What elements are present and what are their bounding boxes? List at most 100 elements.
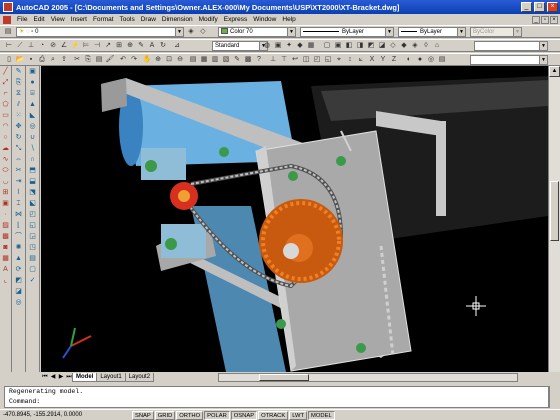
cylinder-icon[interactable]: ⌸ (26, 88, 39, 99)
dimension-text-edit-icon[interactable]: A (147, 41, 157, 51)
layer-previous-icon[interactable]: ◇ (198, 27, 208, 37)
construction-line-icon[interactable]: ⤢ (0, 77, 11, 88)
tolerance-icon[interactable]: ⊞ (114, 41, 124, 51)
ucs-world-icon[interactable]: ⊤ (279, 55, 289, 65)
sphere-icon[interactable]: ● (26, 77, 39, 88)
command-scrollbar[interactable] (549, 386, 560, 408)
check-icon[interactable]: ✓ (26, 275, 39, 286)
cone-icon[interactable]: ▲ (26, 99, 39, 110)
rotate-icon[interactable]: ↻ (12, 132, 25, 143)
ucs-dropdown[interactable]: ▼ (470, 55, 548, 65)
layer-states-icon[interactable]: ▤ (437, 55, 447, 65)
ucs-3point-icon[interactable]: ⟀ (356, 55, 366, 65)
osnap-toggle[interactable]: OSNAP (230, 410, 258, 420)
wedge-icon[interactable]: ◣ (26, 110, 39, 121)
menu-dimension[interactable]: Dimension (159, 16, 196, 23)
color-faces-icon[interactable]: ◳ (26, 242, 39, 253)
revolve-icon[interactable]: ⟳ (12, 264, 25, 275)
document-icon[interactable] (3, 15, 11, 24)
dimension-edit-icon[interactable]: ✎ (136, 41, 146, 51)
ne-isometric-icon[interactable]: ◈ (410, 41, 420, 51)
publish-icon[interactable]: ⇪ (59, 55, 69, 65)
make-block-icon[interactable]: ▣ (0, 198, 11, 209)
ucs-z-icon[interactable]: Z (389, 55, 399, 65)
menu-edit[interactable]: Edit (30, 16, 47, 23)
box-icon[interactable]: ▣ (26, 66, 39, 77)
tab-first-icon[interactable]: ⏮ (41, 373, 49, 382)
quickcalc-icon[interactable]: ▩ (243, 55, 253, 65)
ucs-zaxis-icon[interactable]: ↕ (345, 55, 355, 65)
copy-icon[interactable]: ⎘ (83, 55, 93, 65)
horizontal-scrollbar[interactable] (218, 373, 519, 382)
insert-block-icon[interactable]: ⊞ (0, 187, 11, 198)
baseline-dimension-icon[interactable]: ⊨ (81, 41, 91, 51)
shell-icon[interactable]: ▢ (26, 264, 39, 275)
markup-icon[interactable]: ✎ (232, 55, 242, 65)
copy-faces-icon[interactable]: ◲ (26, 231, 39, 242)
menu-modify[interactable]: Modify (196, 16, 221, 23)
section-icon[interactable]: ◪ (12, 286, 25, 297)
pan-icon[interactable]: ✋ (142, 55, 152, 65)
autocad-app-icon[interactable] (3, 2, 13, 12)
fillet-icon[interactable]: ⌒ (12, 231, 25, 242)
chamfer-icon[interactable]: ⌊ (12, 220, 25, 231)
match-properties-icon[interactable]: 🖌 (105, 55, 115, 65)
redo-icon[interactable]: ↷ (129, 55, 139, 65)
menu-help[interactable]: Help (279, 16, 298, 23)
view-back-icon[interactable]: ◪ (377, 41, 387, 51)
chevron-down-icon[interactable]: ▼ (539, 56, 547, 64)
view-top-icon[interactable]: ▢ (322, 41, 332, 51)
mapping-icon[interactable]: ▦ (306, 41, 316, 51)
scroll-up-arrow-icon[interactable]: ▲ (549, 66, 560, 77)
subtract-icon[interactable]: ∖ (26, 143, 39, 154)
tab-model[interactable]: Model (72, 373, 98, 382)
doc-close-button[interactable]: × (550, 15, 558, 24)
move-faces-icon[interactable]: ⬓ (26, 176, 39, 187)
union-icon[interactable]: ∪ (26, 132, 39, 143)
ucs-face-icon[interactable]: ◫ (301, 55, 311, 65)
center-mark-icon[interactable]: ⊕ (125, 41, 135, 51)
model-toggle[interactable]: MODEL (308, 410, 335, 420)
rotate-faces-icon[interactable]: ◰ (26, 209, 39, 220)
circle-icon[interactable]: ○ (0, 132, 11, 143)
tab-next-icon[interactable]: ▶ (57, 373, 65, 382)
maximize-button[interactable]: □ (534, 2, 545, 12)
menu-view[interactable]: View (48, 16, 68, 23)
extrude-faces-icon[interactable]: ⬒ (26, 165, 39, 176)
make-current-layer-icon[interactable]: ◈ (186, 27, 196, 37)
cut-icon[interactable]: ✂ (72, 55, 82, 65)
menu-format[interactable]: Format (90, 16, 117, 23)
open-icon[interactable]: 📂 (15, 55, 25, 65)
spline-icon[interactable]: ∿ (0, 154, 11, 165)
tab-prev-icon[interactable]: ◀ (49, 373, 57, 382)
extend-icon[interactable]: ⇥ (12, 176, 25, 187)
menu-draw[interactable]: Draw (138, 16, 159, 23)
zoom-window-icon[interactable]: ⊡ (164, 55, 174, 65)
chevron-down-icon[interactable]: ▼ (385, 28, 393, 36)
revision-cloud-icon[interactable]: ☁ (0, 143, 11, 154)
rectangle-icon[interactable]: ▭ (0, 110, 11, 121)
menu-insert[interactable]: Insert (68, 16, 90, 23)
offset-icon[interactable]: ⫽ (12, 99, 25, 110)
command-line-window[interactable]: Regenerating model. Command: (4, 386, 549, 408)
array-icon[interactable]: ⁙ (12, 110, 25, 121)
multiline-text-icon[interactable]: A (0, 264, 11, 275)
dimension-update-icon[interactable]: ↻ (158, 41, 168, 51)
torus-icon[interactable]: ◎ (26, 121, 39, 132)
trim-icon[interactable]: ✂ (12, 165, 25, 176)
ucs-previous-icon[interactable]: ↩ (290, 55, 300, 65)
ellipse-icon[interactable]: ⬭ (0, 165, 11, 176)
ortho-toggle[interactable]: ORTHO (176, 410, 204, 420)
ucs-view-icon[interactable]: ◱ (323, 55, 333, 65)
paste-icon[interactable]: ▤ (94, 55, 104, 65)
shade-icon[interactable]: ● (415, 55, 425, 65)
quick-leader-icon[interactable]: ↗ (103, 41, 113, 51)
polar-toggle[interactable]: POLAR (204, 410, 230, 420)
camera-icon[interactable]: ⌂ (432, 41, 442, 51)
ordinate-dimension-icon[interactable]: ⊥ (26, 41, 36, 51)
join-icon[interactable]: ⋈ (12, 209, 25, 220)
break-at-point-icon[interactable]: ⌇ (12, 187, 25, 198)
plot-icon[interactable]: ⎙ (37, 55, 47, 65)
menu-tools[interactable]: Tools (117, 16, 138, 23)
undo-icon[interactable]: ↶ (118, 55, 128, 65)
